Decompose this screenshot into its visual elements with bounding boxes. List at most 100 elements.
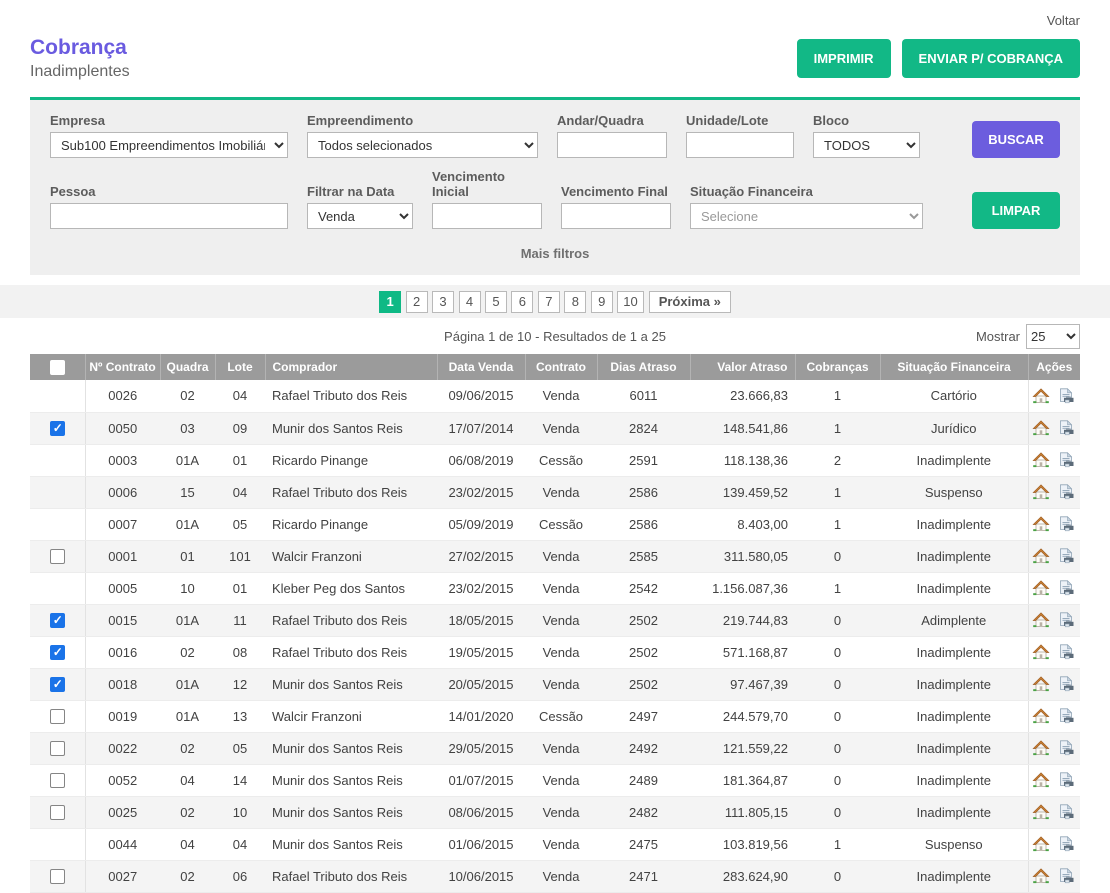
home-icon[interactable] (1032, 644, 1050, 660)
cell-contrato-num: 0022 (85, 732, 160, 764)
home-icon[interactable] (1032, 836, 1050, 852)
unidade-lote-input[interactable] (686, 132, 794, 158)
home-icon[interactable] (1032, 420, 1050, 436)
row-checkbox[interactable] (50, 741, 65, 756)
empreendimento-label: Empreendimento (307, 113, 538, 128)
column-header: Valor Atraso (690, 354, 795, 380)
print-report-icon[interactable] (1058, 580, 1076, 596)
page-button-5[interactable]: 5 (485, 291, 507, 313)
page-button-1[interactable]: 1 (379, 291, 401, 313)
vencimento-final-input[interactable] (561, 203, 671, 229)
cell-quadra: 10 (160, 572, 215, 604)
print-report-icon[interactable] (1058, 612, 1076, 628)
cell-situacao: Inadimplente (880, 860, 1028, 892)
select-all-cell (30, 354, 85, 380)
home-icon[interactable] (1032, 676, 1050, 692)
home-icon[interactable] (1032, 772, 1050, 788)
print-report-icon[interactable] (1058, 772, 1076, 788)
column-header: Ações (1028, 354, 1080, 380)
situacao-financeira-select[interactable]: Selecione (690, 203, 923, 229)
home-icon[interactable] (1032, 804, 1050, 820)
print-report-icon[interactable] (1058, 804, 1076, 820)
page-button-2[interactable]: 2 (406, 291, 428, 313)
row-checkbox[interactable] (50, 645, 65, 660)
limpar-button[interactable]: LIMPAR (972, 192, 1060, 229)
print-report-icon[interactable] (1058, 516, 1076, 532)
page-button-9[interactable]: 9 (591, 291, 613, 313)
bloco-label: Bloco (813, 113, 920, 128)
filter-panel: Empresa Sub100 Empreendimentos Imobiliár… (30, 97, 1080, 275)
cell-valor-atraso: 8.403,00 (690, 508, 795, 540)
home-icon[interactable] (1032, 484, 1050, 500)
row-checkbox[interactable] (50, 549, 65, 564)
cell-comprador: Rafael Tributo dos Reis (265, 476, 437, 508)
home-icon[interactable] (1032, 612, 1050, 628)
empresa-select[interactable]: Sub100 Empreendimentos Imobiliários (50, 132, 288, 158)
cell-lote: 04 (215, 380, 265, 412)
cell-contrato: Venda (525, 764, 597, 796)
mais-filtros-link[interactable]: Mais filtros (50, 240, 1060, 269)
back-link[interactable]: Voltar (1047, 13, 1080, 28)
table-row: 0007 01A 05 Ricardo Pinange 05/09/2019 C… (30, 508, 1080, 540)
buscar-button[interactable]: BUSCAR (972, 121, 1060, 158)
cell-quadra: 01A (160, 604, 215, 636)
andar-quadra-input[interactable] (557, 132, 667, 158)
table-row: 0001 01 101 Walcir Franzoni 27/02/2015 V… (30, 540, 1080, 572)
cell-lote: 12 (215, 668, 265, 700)
page-button-6[interactable]: 6 (511, 291, 533, 313)
row-checkbox[interactable] (50, 805, 65, 820)
home-icon[interactable] (1032, 548, 1050, 564)
page-button-10[interactable]: 10 (617, 291, 643, 313)
cell-quadra: 02 (160, 732, 215, 764)
page-button-4[interactable]: 4 (459, 291, 481, 313)
page-button-3[interactable]: 3 (432, 291, 454, 313)
enviar-cobranca-button[interactable]: ENVIAR P/ COBRANÇA (902, 39, 1080, 78)
row-checkbox[interactable] (50, 421, 65, 436)
print-report-icon[interactable] (1058, 388, 1076, 404)
print-report-icon[interactable] (1058, 420, 1076, 436)
print-report-icon[interactable] (1058, 676, 1076, 692)
cell-contrato: Venda (525, 796, 597, 828)
row-checkbox[interactable] (50, 613, 65, 628)
home-icon[interactable] (1032, 388, 1050, 404)
print-report-icon[interactable] (1058, 708, 1076, 724)
next-page-button[interactable]: Próxima » (649, 291, 731, 313)
print-report-icon[interactable] (1058, 452, 1076, 468)
row-checkbox[interactable] (50, 677, 65, 692)
cell-cobrancas: 0 (795, 700, 880, 732)
cell-quadra: 02 (160, 636, 215, 668)
home-icon[interactable] (1032, 868, 1050, 884)
print-report-icon[interactable] (1058, 868, 1076, 884)
mostrar-select[interactable]: 25 (1026, 324, 1080, 349)
select-all-checkbox[interactable] (50, 360, 65, 375)
home-icon[interactable] (1032, 708, 1050, 724)
page-button-7[interactable]: 7 (538, 291, 560, 313)
pessoa-input[interactable] (50, 203, 288, 229)
cell-data-venda: 08/06/2015 (437, 796, 525, 828)
home-icon[interactable] (1032, 740, 1050, 756)
filtrar-na-data-select[interactable]: Venda (307, 203, 413, 229)
situacao-financeira-label: Situação Financeira (690, 184, 923, 199)
print-report-icon[interactable] (1058, 836, 1076, 852)
cell-situacao: Inadimplente (880, 700, 1028, 732)
page-button-8[interactable]: 8 (564, 291, 586, 313)
column-header: Cobranças (795, 354, 880, 380)
empreendimento-select[interactable]: Todos selecionados (307, 132, 538, 158)
table-row: 0026 02 04 Rafael Tributo dos Reis 09/06… (30, 380, 1080, 412)
bloco-select[interactable]: TODOS (813, 132, 920, 158)
imprimir-button[interactable]: IMPRIMIR (797, 39, 891, 78)
cell-contrato-num: 0015 (85, 604, 160, 636)
cell-data-venda: 06/08/2019 (437, 444, 525, 476)
row-checkbox[interactable] (50, 709, 65, 724)
print-report-icon[interactable] (1058, 644, 1076, 660)
print-report-icon[interactable] (1058, 740, 1076, 756)
cell-dias-atraso: 2585 (597, 540, 690, 572)
print-report-icon[interactable] (1058, 484, 1076, 500)
home-icon[interactable] (1032, 516, 1050, 532)
home-icon[interactable] (1032, 580, 1050, 596)
home-icon[interactable] (1032, 452, 1050, 468)
table-row: 0022 02 05 Munir dos Santos Reis 29/05/2… (30, 732, 1080, 764)
print-report-icon[interactable] (1058, 548, 1076, 564)
row-checkbox[interactable] (50, 773, 65, 788)
vencimento-inicial-input[interactable] (432, 203, 542, 229)
